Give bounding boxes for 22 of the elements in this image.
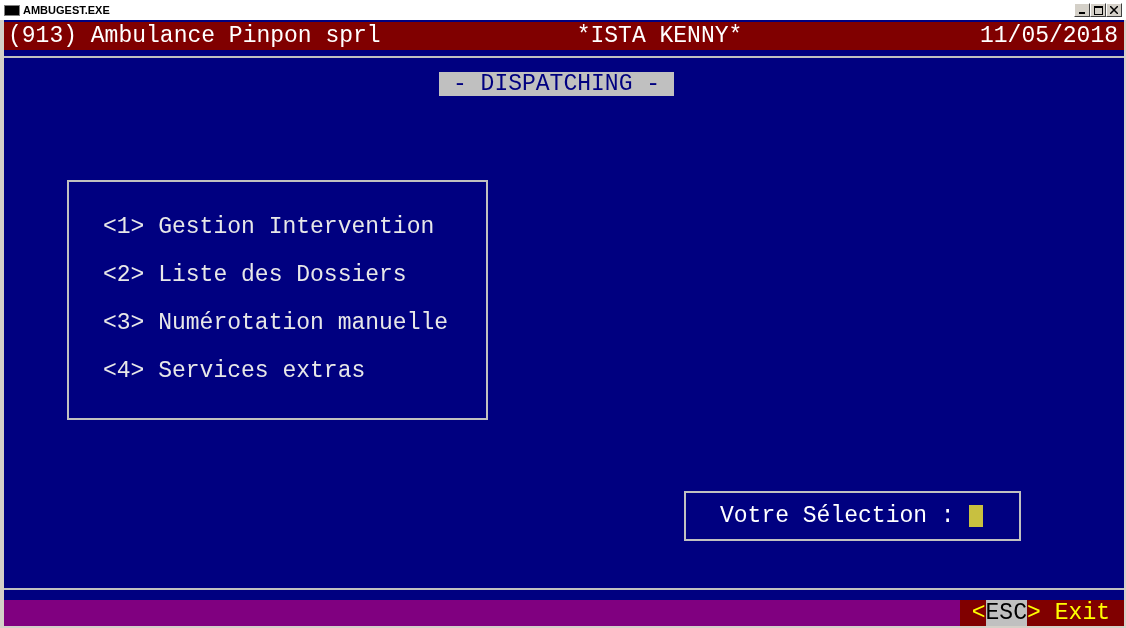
minimize-button[interactable]	[1074, 3, 1090, 17]
menu-item[interactable]: <2> Liste des Dossiers	[103, 262, 486, 288]
bracket-text: <	[971, 600, 986, 626]
company-name: (913) Ambulance Pinpon sprl	[8, 23, 381, 49]
bracket-text: >	[1026, 600, 1041, 626]
exit-shortcut[interactable]: <ESC> Exit	[959, 600, 1124, 626]
user-name: *ISTA KENNY*	[576, 23, 743, 49]
maximize-button[interactable]	[1090, 3, 1106, 17]
screen-title: - DISPATCHING -	[439, 72, 675, 96]
menu-item[interactable]: <1> Gestion Intervention	[103, 214, 486, 240]
console-icon	[4, 4, 20, 16]
close-icon	[1110, 6, 1118, 14]
menu-item[interactable]: <3> Numérotation manuelle	[103, 310, 486, 336]
close-button[interactable]	[1106, 3, 1122, 17]
exit-label: Exit	[1054, 600, 1110, 626]
maximize-icon	[1093, 5, 1103, 15]
date-text: 11/05/2018	[979, 23, 1118, 49]
selection-field[interactable]	[968, 505, 983, 527]
key-label: ESC	[985, 600, 1027, 626]
window-title: AMBUGEST.EXE	[23, 4, 110, 16]
selection-label: Votre Sélection :	[720, 503, 955, 529]
menu-item[interactable]: <4> Services extras	[103, 358, 486, 384]
